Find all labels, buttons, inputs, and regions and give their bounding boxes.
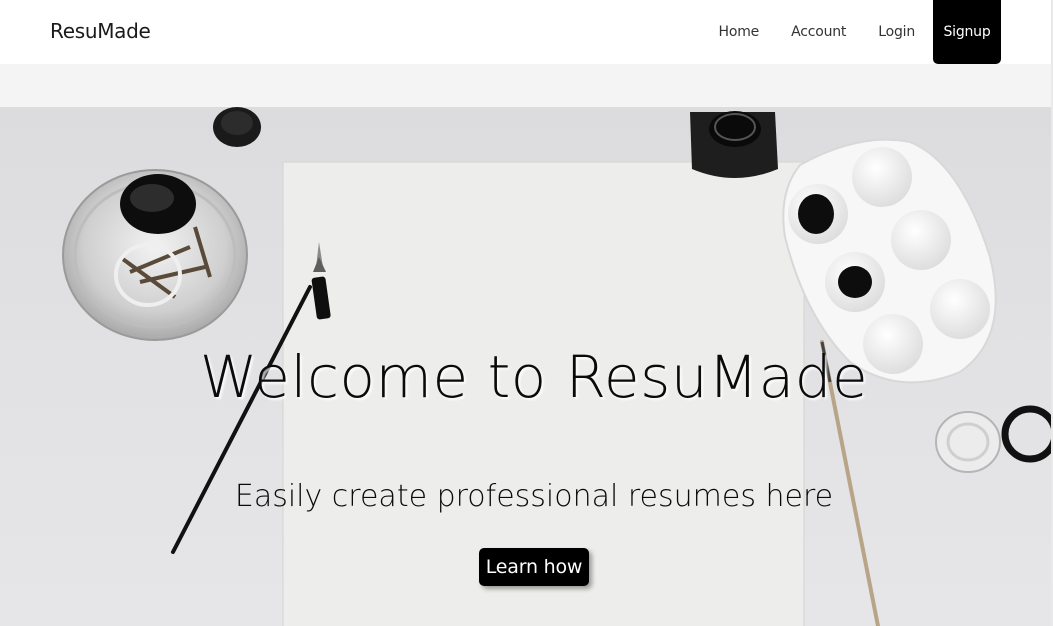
hero-title: Welcome to ResuMade xyxy=(199,343,869,411)
nav-link-account[interactable]: Account xyxy=(791,24,846,40)
small-glass-jar xyxy=(935,411,1001,473)
signup-button[interactable]: Signup xyxy=(933,0,1001,64)
nav-link-login[interactable]: Login xyxy=(878,24,915,40)
nav-link-home[interactable]: Home xyxy=(719,24,760,40)
ink-cap-small xyxy=(213,107,261,147)
nav-links: Home Account Login Signup xyxy=(719,0,1001,64)
hero-section: Welcome to ResuMade Easily create profes… xyxy=(0,107,1051,626)
brand-logo[interactable]: ResuMade xyxy=(50,19,151,43)
ink-ring xyxy=(1001,405,1051,463)
sub-header-bar xyxy=(0,64,1053,107)
ink-bottle xyxy=(690,111,778,178)
navbar: ResuMade Home Account Login Signup xyxy=(0,0,1053,64)
hero-subtitle: Easily create professional resumes here xyxy=(234,479,834,514)
glass-jar xyxy=(62,169,248,341)
learn-how-button[interactable]: Learn how xyxy=(479,548,589,586)
